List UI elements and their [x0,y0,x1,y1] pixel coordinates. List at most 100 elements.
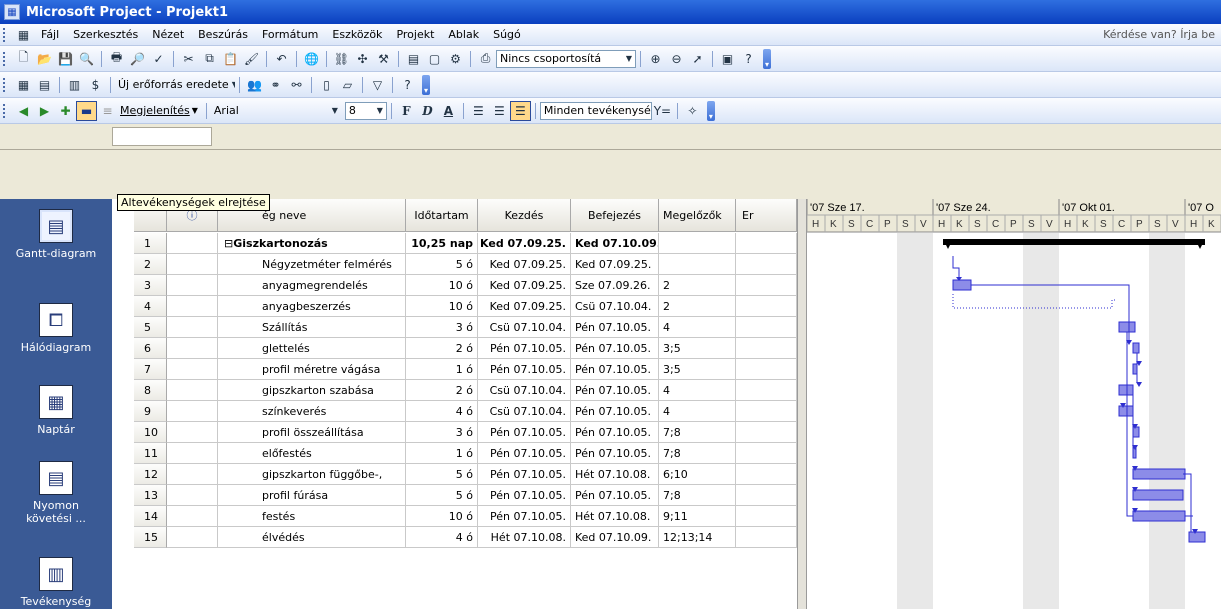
resource-allocation-icon[interactable]: ▦ [13,75,34,95]
predecessors-cell[interactable]: 4 [659,317,736,338]
row-number[interactable]: 10 [134,422,167,443]
finish-cell[interactable]: Ked 07.10.09. [571,233,659,254]
predecessors-cell[interactable]: 4 [659,380,736,401]
toolbar-grip[interactable] [3,51,7,66]
predecessors-cell[interactable]: 6;10 [659,464,736,485]
predecessors-cell[interactable]: 2 [659,275,736,296]
menu-window[interactable]: Ablak [441,28,486,41]
duration-cell[interactable]: 5 ó [406,254,478,275]
indicator-cell[interactable] [167,443,218,464]
indicator-cell[interactable] [167,464,218,485]
predecessors-cell[interactable]: 12;13;14 [659,527,736,548]
indicator-cell[interactable] [167,380,218,401]
duration-cell[interactable]: 3 ó [406,422,478,443]
duration-cell[interactable]: 4 ó [406,401,478,422]
collapse-icon[interactable]: ⊟ [224,237,233,250]
predecessors-cell[interactable]: 7;8 [659,485,736,506]
task-notes-icon[interactable]: ▢ [424,49,445,69]
goto-task-icon[interactable]: ➚ [687,49,708,69]
show-all-icon[interactable]: ≡ [97,101,118,121]
start-cell[interactable]: Ked 07.09.25. [478,254,571,275]
underline-button[interactable]: A [438,101,459,121]
group-by-combo[interactable]: Nincs csoportosítá ▼ [496,49,636,68]
indicator-cell[interactable] [167,506,218,527]
toolbar-grip[interactable] [3,27,7,42]
finish-cell[interactable]: Pén 07.10.05. [571,380,659,401]
italic-button[interactable]: D [417,101,438,121]
menu-file[interactable]: Fájl [34,28,66,41]
pane-splitter[interactable] [797,199,807,609]
align-left-icon[interactable]: ☰ [468,101,489,121]
view-gantt-chart[interactable]: ▤ Gantt-diagram [0,209,112,260]
spelling-icon[interactable]: ✓ [148,49,169,69]
menu-help[interactable]: Súgó [486,28,528,41]
outdent-icon[interactable]: ◀ [13,101,34,121]
autofilter-icon[interactable]: Y= [652,101,673,121]
resources-cell[interactable] [736,422,797,443]
start-cell[interactable]: Ked 07.09.25. [478,275,571,296]
split-task-icon[interactable]: ⚒ [373,49,394,69]
finish-header[interactable]: Befejezés [571,199,659,232]
chevron-down-icon[interactable]: ▼ [192,106,198,115]
finish-cell[interactable]: Pén 07.10.05. [571,485,659,506]
indicator-cell[interactable] [167,338,218,359]
start-cell[interactable]: Pén 07.10.05. [478,485,571,506]
hide-subtasks-icon[interactable]: ▬ [76,100,97,121]
leveling-icon[interactable]: $ [85,75,106,95]
row-number[interactable]: 1 [134,233,167,254]
row-number[interactable]: 3 [134,275,167,296]
start-cell[interactable]: Pén 07.10.05. [478,359,571,380]
filter-icon[interactable]: ▽ [367,75,388,95]
undo-icon[interactable]: ↶ [271,49,292,69]
document-icon[interactable]: ▦ [13,25,34,45]
print-preview-icon[interactable]: 🔎 [127,49,148,69]
start-cell[interactable]: Pén 07.10.05. [478,464,571,485]
predecessors-cell[interactable]: 3;5 [659,338,736,359]
duration-cell[interactable]: 5 ó [406,485,478,506]
task-information-icon[interactable]: ▤ [403,49,424,69]
open-icon[interactable]: 📂 [34,49,55,69]
predecessors-cell[interactable]: 2 [659,296,736,317]
menu-edit[interactable]: Szerkesztés [66,28,145,41]
start-cell[interactable]: Ked 07.09.25. [478,233,571,254]
resources-cell[interactable] [736,317,797,338]
duration-cell[interactable]: 1 ó [406,443,478,464]
resources-cell[interactable] [736,380,797,401]
format-painter-icon[interactable]: 🖌 [241,49,262,69]
duration-cell[interactable]: 10 ó [406,275,478,296]
bold-button[interactable]: F [396,101,417,121]
view-tracking-gantt[interactable]: ▤ Nyomon követési ... [0,461,112,525]
zoom-in-icon[interactable]: ⊕ [645,49,666,69]
help-search-box[interactable]: Kérdése van? Írja be [1103,28,1215,41]
start-cell[interactable]: Pén 07.10.05. [478,443,571,464]
view-calendar[interactable]: ▦ Naptár [0,385,112,436]
gantt-wizard-icon[interactable]: ✧ [682,101,703,121]
row-number[interactable]: 6 [134,338,167,359]
align-right-icon[interactable]: ☰ [509,100,531,121]
share-resources-icon[interactable]: ⚭ [265,75,286,95]
duration-cell[interactable]: 4 ó [406,527,478,548]
assign-resources-icon[interactable]: ⚙ [445,49,466,69]
resources-cell[interactable] [736,527,797,548]
task-name-cell[interactable]: gipszkarton függőbe-, [218,464,406,485]
start-header[interactable]: Kezdés [478,199,571,232]
new-resource-from-dropdown[interactable]: Új erőforrás eredete ▼ [115,76,235,94]
task-name-cell[interactable]: profil fúrása [218,485,406,506]
font-size-combo[interactable]: 8 ▼ [344,101,387,120]
indicator-cell[interactable] [167,254,218,275]
row-number[interactable]: 8 [134,380,167,401]
predecessors-cell[interactable] [659,233,736,254]
indicator-cell[interactable] [167,422,218,443]
cut-icon[interactable]: ✂ [178,49,199,69]
finish-cell[interactable]: Hét 07.10.08. [571,464,659,485]
resources-cell[interactable] [736,275,797,296]
predecessors-cell[interactable]: 9;11 [659,506,736,527]
task-name-cell[interactable]: profil méretre vágása [218,359,406,380]
row-number[interactable]: 9 [134,401,167,422]
start-cell[interactable]: Hét 07.10.08. [478,527,571,548]
permission-icon[interactable]: 🔍 [76,49,97,69]
indicator-cell[interactable] [167,401,218,422]
address-book-icon[interactable]: ▯ [316,75,337,95]
row-number[interactable]: 7 [134,359,167,380]
row-number[interactable]: 13 [134,485,167,506]
